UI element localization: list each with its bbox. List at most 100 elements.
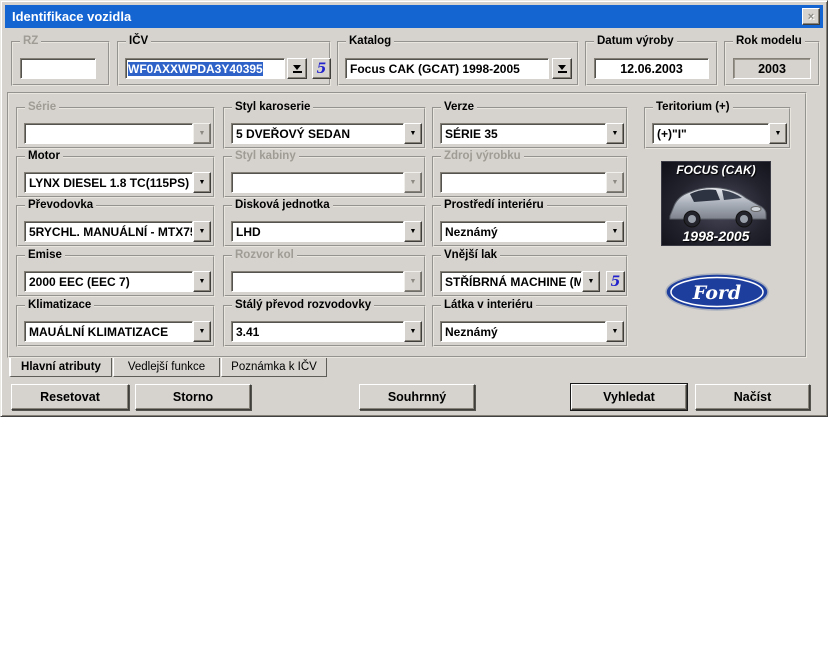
drop-list-icon: [293, 65, 302, 73]
group-motor: Motor LYNX DIESEL 1.8 TC(115PS) ▼: [16, 156, 215, 198]
drop-list-icon: [558, 65, 567, 73]
icv-value: WF0AXXWPDA3Y40395: [128, 62, 263, 76]
dropdown-arrow-icon: ▼: [606, 172, 624, 193]
tab-hlavni-atributy[interactable]: Hlavní atributy: [9, 358, 112, 377]
group-icv: IČV WF0AXXWPDA3Y40395 5: [117, 41, 331, 86]
group-diskova-jednotka: Disková jednotka LHD ▼: [223, 205, 426, 247]
tab-vedlejsi-funkce[interactable]: Vedlejší funkce: [113, 358, 220, 377]
group-zdroj-vyrobku: Zdroj výrobku ▼: [432, 156, 628, 198]
dropdown-arrow-icon[interactable]: ▼: [404, 221, 422, 242]
styl-kabiny-combobox: ▼: [231, 172, 422, 193]
dropdown-arrow-icon[interactable]: ▼: [193, 221, 211, 242]
group-styl-kabiny: Styl kabiny ▼: [223, 156, 426, 198]
combo-value: LHD: [231, 221, 404, 242]
combo-value: [231, 271, 404, 292]
souhrnny-button[interactable]: Souhrnný: [359, 384, 475, 410]
verze-label: Verze: [441, 101, 477, 114]
combo-value: Neznámý: [440, 221, 606, 242]
dropdown-arrow-icon[interactable]: ▼: [404, 123, 422, 144]
dropdown-arrow-icon[interactable]: ▼: [193, 172, 211, 193]
prostredi-interieru-label: Prostředí interiéru: [441, 199, 547, 212]
model-badge-title: FOCUS (CAK): [662, 163, 770, 177]
window-title: Identifikace vozidla: [12, 9, 131, 24]
model-badge-image: FOCUS (CAK) 1998-2005: [661, 161, 771, 246]
nacist-button[interactable]: Načíst: [695, 384, 810, 410]
group-staly-prevod: Stálý převod rozvodovky 3.41 ▼: [223, 305, 426, 347]
emise-combobox[interactable]: 2000 EEC (EEC 7) ▼: [24, 271, 211, 292]
group-teritorium: Teritorium (+) (+)"I" ▼: [644, 107, 791, 149]
serie-label: Série: [25, 101, 59, 114]
combo-value: [440, 172, 606, 193]
ford-logo-text: Ford: [692, 282, 741, 304]
ford-logo: Ford: [665, 273, 769, 311]
teritorium-combobox[interactable]: (+)"I" ▼: [652, 123, 787, 144]
dropdown-arrow-icon[interactable]: ▼: [193, 321, 211, 342]
dropdown-arrow-icon: ▼: [404, 271, 422, 292]
klimatizace-label: Klimatizace: [25, 299, 94, 312]
combo-value: 2000 EEC (EEC 7): [24, 271, 193, 292]
group-klimatizace: Klimatizace MAUÁLNÍ KLIMATIZACE ▼: [16, 305, 215, 347]
zdroj-vyrobku-label: Zdroj výrobku: [441, 150, 524, 163]
icv-recall-button[interactable]: 5: [312, 58, 331, 79]
group-vnejsi-lak: Vnější lak STŘÍBRNÁ MACHINE (ME ▼ 5: [432, 255, 628, 297]
emise-label: Emise: [25, 249, 65, 262]
diskova-jednotka-label: Disková jednotka: [232, 199, 333, 212]
titlebar[interactable]: Identifikace vozidla ×: [5, 5, 823, 28]
vnejsi-lak-recall-button[interactable]: 5: [606, 271, 625, 292]
klimatizace-combobox[interactable]: MAUÁLNÍ KLIMATIZACE ▼: [24, 321, 211, 342]
styl-kabiny-label: Styl kabiny: [232, 150, 299, 163]
latka-v-interieru-combobox[interactable]: Neznámý ▼: [440, 321, 624, 342]
dropdown-arrow-icon[interactable]: ▼: [606, 221, 624, 242]
staly-prevod-combobox[interactable]: 3.41 ▼: [231, 321, 422, 342]
katalog-input[interactable]: Focus CAK (GCAT) 1998-2005: [345, 58, 549, 79]
dropdown-arrow-icon[interactable]: ▼: [769, 123, 787, 144]
icv-droplist-button[interactable]: [287, 58, 307, 79]
group-rozvor-kol: Rozvor kol ▼: [223, 255, 426, 297]
group-rz: RZ: [11, 41, 110, 86]
close-icon[interactable]: ×: [802, 8, 820, 25]
diskova-jednotka-combobox[interactable]: LHD ▼: [231, 221, 422, 242]
rozvor-kol-label: Rozvor kol: [232, 249, 297, 262]
tab-label: Vedlejší funkce: [128, 361, 205, 373]
car-image: [664, 178, 770, 230]
verze-combobox[interactable]: SÉRIE 35 ▼: [440, 123, 624, 144]
dropdown-arrow-icon[interactable]: ▼: [193, 271, 211, 292]
rozvor-kol-combobox: ▼: [231, 271, 422, 292]
dropdown-arrow-icon[interactable]: ▼: [606, 123, 624, 144]
combo-value: STŘÍBRNÁ MACHINE (ME: [440, 271, 582, 292]
prevodovka-combobox[interactable]: 5RYCHL. MANUÁLNÍ - MTX75 ▼: [24, 221, 211, 242]
rok-modelu-value: 2003: [733, 58, 811, 79]
katalog-droplist-button[interactable]: [552, 58, 572, 79]
desktop-background: Identifikace vozidla × RZ IČV WF0AXXWPDA…: [0, 0, 830, 672]
group-prevodovka: Převodovka 5RYCHL. MANUÁLNÍ - MTX75 ▼: [16, 205, 215, 247]
latka-v-interieru-label: Látka v interiéru: [441, 299, 536, 312]
group-serie: Série ▼: [16, 107, 215, 149]
combo-value: [24, 123, 193, 144]
combo-value: SÉRIE 35: [440, 123, 606, 144]
dropdown-arrow-icon[interactable]: ▼: [404, 321, 422, 342]
dropdown-arrow-icon: ▼: [404, 172, 422, 193]
motor-combobox[interactable]: LYNX DIESEL 1.8 TC(115PS) ▼: [24, 172, 211, 193]
combo-value: (+)"I": [652, 123, 769, 144]
group-latka-v-interieru: Látka v interiéru Neznámý ▼: [432, 305, 628, 347]
storno-button[interactable]: Storno: [135, 384, 251, 410]
motor-label: Motor: [25, 150, 63, 163]
serie-combobox: ▼: [24, 123, 211, 144]
vnejsi-lak-combobox[interactable]: STŘÍBRNÁ MACHINE (ME ▼: [440, 271, 600, 292]
rz-label: RZ: [20, 35, 41, 48]
group-datum-vyroby: Datum výroby 12.06.2003: [585, 41, 718, 86]
icv-input[interactable]: WF0AXXWPDA3Y40395: [125, 58, 285, 79]
group-katalog: Katalog Focus CAK (GCAT) 1998-2005: [337, 41, 579, 86]
tab-poznamka-k-icv[interactable]: Poznámka k IČV: [221, 358, 327, 377]
styl-karoserie-combobox[interactable]: 5 DVEŘOVÝ SEDAN ▼: [231, 123, 422, 144]
combo-value: 3.41: [231, 321, 404, 342]
dropdown-arrow-icon[interactable]: ▼: [582, 271, 600, 292]
rz-input[interactable]: [20, 58, 96, 79]
prostredi-interieru-combobox[interactable]: Neznámý ▼: [440, 221, 624, 242]
resetovat-button[interactable]: Resetovat: [11, 384, 129, 410]
group-prostredi-interieru: Prostředí interiéru Neznámý ▼: [432, 205, 628, 247]
vyhledat-button[interactable]: Vyhledat: [571, 384, 687, 410]
dropdown-arrow-icon[interactable]: ▼: [606, 321, 624, 342]
styl-karoserie-label: Styl karoserie: [232, 101, 313, 114]
group-verze: Verze SÉRIE 35 ▼: [432, 107, 628, 149]
